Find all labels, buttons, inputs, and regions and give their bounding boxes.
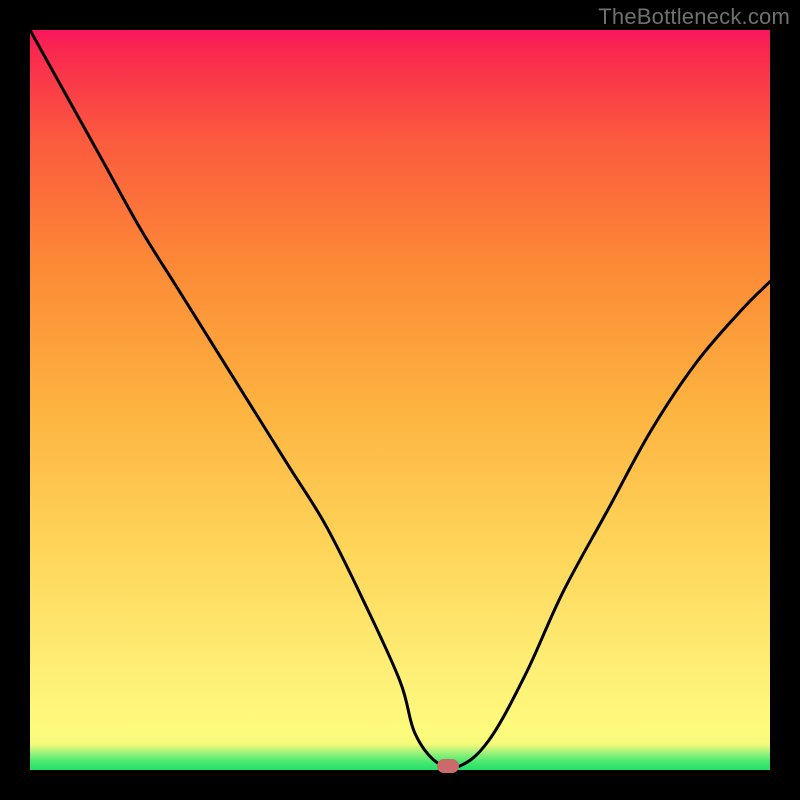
plot-area xyxy=(30,30,770,770)
bottleneck-curve xyxy=(30,30,770,770)
chart-frame: TheBottleneck.com xyxy=(0,0,800,800)
watermark-text: TheBottleneck.com xyxy=(598,4,790,30)
minimum-marker xyxy=(437,759,459,773)
